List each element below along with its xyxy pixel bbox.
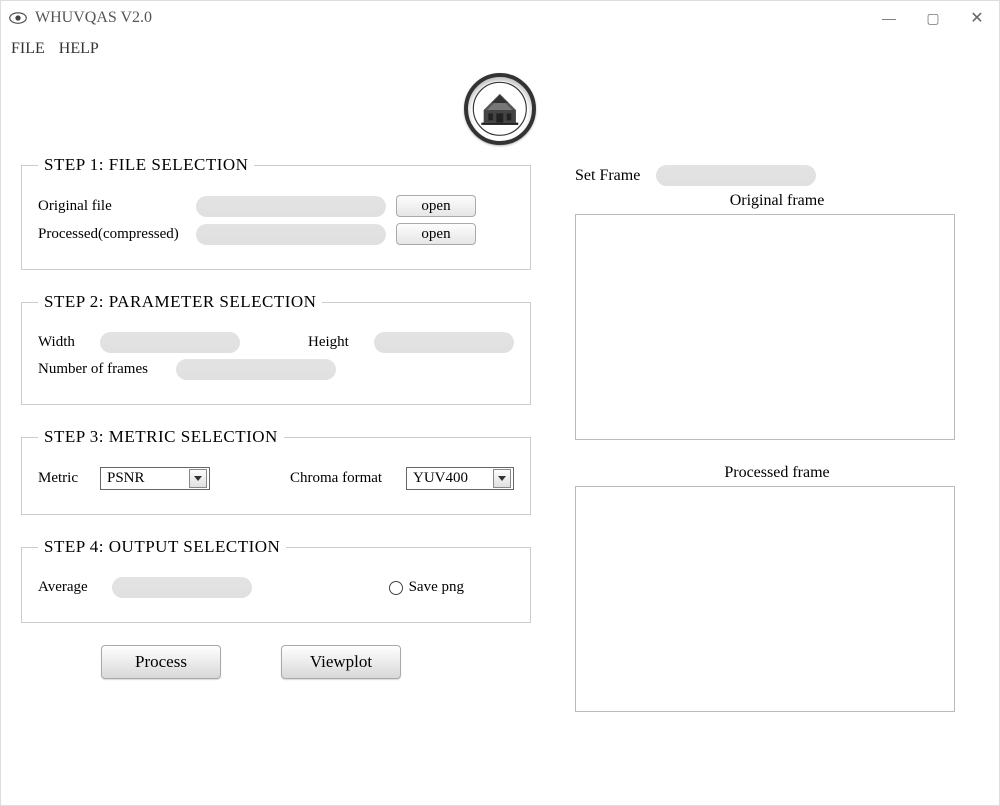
action-row: Process Viewplot xyxy=(21,645,531,679)
metric-value: PSNR xyxy=(107,470,145,487)
numframes-label: Number of frames xyxy=(38,361,166,378)
setframe-label: Set Frame xyxy=(575,167,640,185)
setframe-input[interactable] xyxy=(656,165,816,186)
height-label: Height xyxy=(308,334,364,351)
content: STEP 1: FILE SELECTION Original file ope… xyxy=(1,63,999,712)
processed-frame-preview xyxy=(575,486,955,712)
viewplot-button[interactable]: Viewplot xyxy=(281,645,401,679)
step1-group: STEP 1: FILE SELECTION Original file ope… xyxy=(21,155,531,270)
metric-label: Metric xyxy=(38,470,90,487)
original-frame-label: Original frame xyxy=(575,192,979,210)
radio-icon xyxy=(389,581,403,595)
process-button[interactable]: Process xyxy=(101,645,221,679)
left-panel: STEP 1: FILE SELECTION Original file ope… xyxy=(21,155,531,712)
chroma-label: Chroma format xyxy=(290,470,396,487)
original-frame-preview xyxy=(575,214,955,440)
processed-open-button[interactable]: open xyxy=(396,223,476,245)
right-panel: Set Frame Original frame Processed frame xyxy=(561,155,979,712)
savepng-label: Save png xyxy=(409,579,464,596)
original-file-label: Original file xyxy=(38,198,186,215)
metric-select[interactable]: PSNR xyxy=(100,467,210,490)
original-open-button[interactable]: open xyxy=(396,195,476,217)
processed-file-input[interactable] xyxy=(196,224,386,245)
logo-area xyxy=(21,73,979,145)
original-file-input[interactable] xyxy=(196,196,386,217)
minimize-icon: — xyxy=(882,10,896,26)
dropdown-caret-icon xyxy=(493,469,511,488)
chroma-value: YUV400 xyxy=(413,470,468,487)
dropdown-caret-icon xyxy=(189,469,207,488)
maximize-button[interactable]: ▢ xyxy=(911,1,955,35)
average-label: Average xyxy=(38,579,102,596)
step2-group: STEP 2: PARAMETER SELECTION Width Height… xyxy=(21,292,531,405)
app-icon xyxy=(9,11,27,25)
app-window: WHUVQAS V2.0 — ▢ ✕ FILE HELP xyxy=(0,0,1000,806)
titlebar: WHUVQAS V2.0 — ▢ ✕ xyxy=(1,1,999,35)
close-icon: ✕ xyxy=(970,8,983,28)
app-logo xyxy=(464,73,536,145)
app-title: WHUVQAS V2.0 xyxy=(35,9,152,27)
menubar: FILE HELP xyxy=(1,35,999,63)
step3-legend: STEP 3: METRIC SELECTION xyxy=(38,427,284,447)
width-label: Width xyxy=(38,334,90,351)
savepng-radio[interactable]: Save png xyxy=(389,579,464,596)
step3-group: STEP 3: METRIC SELECTION Metric PSNR Chr… xyxy=(21,427,531,515)
chroma-select[interactable]: YUV400 xyxy=(406,467,514,490)
processed-frame-label: Processed frame xyxy=(575,464,979,482)
menu-help[interactable]: HELP xyxy=(59,40,99,58)
processed-file-label: Processed(compressed) xyxy=(38,226,186,243)
average-input[interactable] xyxy=(112,577,252,598)
width-input[interactable] xyxy=(100,332,240,353)
height-input[interactable] xyxy=(374,332,514,353)
step2-legend: STEP 2: PARAMETER SELECTION xyxy=(38,292,322,312)
minimize-button[interactable]: — xyxy=(867,1,911,35)
step4-legend: STEP 4: OUTPUT SELECTION xyxy=(38,537,286,557)
close-button[interactable]: ✕ xyxy=(955,1,999,35)
step1-legend: STEP 1: FILE SELECTION xyxy=(38,155,254,175)
menu-file[interactable]: FILE xyxy=(11,40,45,58)
numframes-input[interactable] xyxy=(176,359,336,380)
step4-group: STEP 4: OUTPUT SELECTION Average Save pn… xyxy=(21,537,531,623)
maximize-icon: ▢ xyxy=(926,10,939,27)
